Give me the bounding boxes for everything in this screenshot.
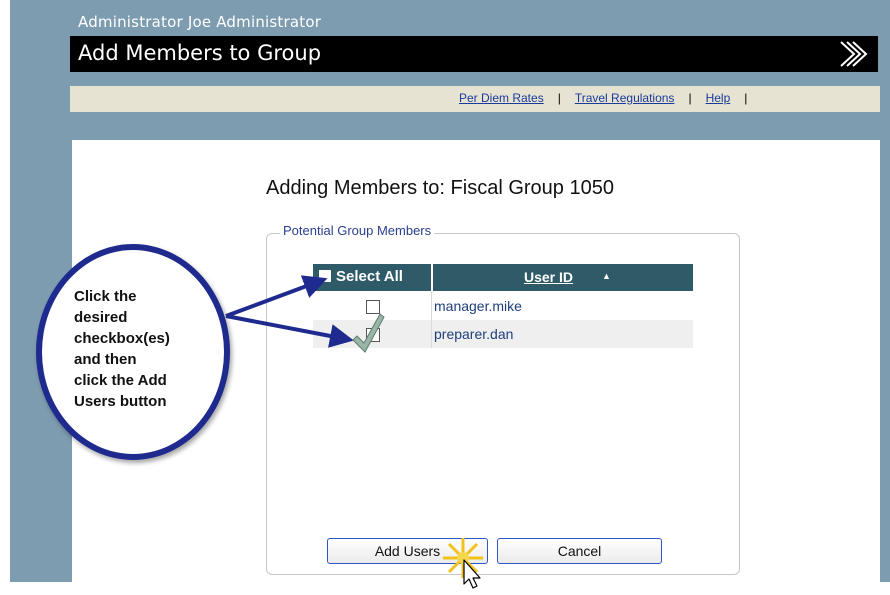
nav-separator: |: [557, 91, 561, 105]
callout-line: Click the: [74, 288, 137, 305]
table-row: preparer.dan: [313, 320, 693, 348]
page-title: Add Members to Group: [78, 41, 322, 65]
sort-ascending-icon[interactable]: ▲: [602, 271, 611, 281]
checkbox-cell: [313, 292, 431, 320]
select-all-checkbox[interactable]: [319, 270, 331, 282]
row-checkbox[interactable]: [366, 328, 380, 342]
checkbox-cell: [313, 320, 431, 348]
cancel-button[interactable]: Cancel: [497, 538, 662, 564]
column-divider: [431, 320, 432, 348]
nav-link-per-diem-rates[interactable]: Per Diem Rates: [459, 91, 544, 105]
callout-line: click the Add: [74, 372, 167, 389]
user-id-cell: preparer.dan: [434, 326, 514, 342]
select-all-toggle[interactable]: Select All: [319, 268, 403, 285]
nav-links: Per Diem Rates | Travel Regulations | Help |: [459, 91, 761, 105]
add-users-button[interactable]: Add Users: [327, 538, 488, 564]
fieldset-legend: Potential Group Members: [280, 223, 435, 238]
callout-line: Users button: [74, 393, 167, 410]
nav-link-travel-regulations[interactable]: Travel Regulations: [575, 91, 675, 105]
callout-line: desired: [74, 309, 128, 326]
nav-link-help[interactable]: Help: [706, 91, 731, 105]
nav-separator: |: [744, 91, 748, 105]
user-id-cell: manager.mike: [434, 298, 522, 314]
double-chevron-right-icon: [840, 41, 868, 67]
title-bar: Add Members to Group: [70, 36, 878, 72]
table-row: manager.mike: [313, 292, 693, 320]
select-all-label: Select All: [336, 268, 403, 285]
row-checkbox[interactable]: [366, 300, 380, 314]
userid-column-header[interactable]: User ID: [524, 269, 573, 285]
nav-bar: Per Diem Rates | Travel Regulations | Help |: [70, 86, 880, 112]
callout-line: and then: [74, 351, 137, 368]
nav-separator: |: [688, 91, 692, 105]
callout-line: checkbox(es): [74, 330, 170, 347]
column-divider: [431, 292, 432, 320]
members-grid-header: Select All User ID ▲: [313, 264, 693, 291]
page-heading: Adding Members to: Fiscal Group 1050: [266, 177, 614, 199]
column-divider: [431, 264, 433, 291]
admin-user-label: Administrator Joe Administrator: [78, 13, 322, 31]
instruction-callout-text: Click the desired checkbox(es) and then …: [74, 286, 170, 412]
